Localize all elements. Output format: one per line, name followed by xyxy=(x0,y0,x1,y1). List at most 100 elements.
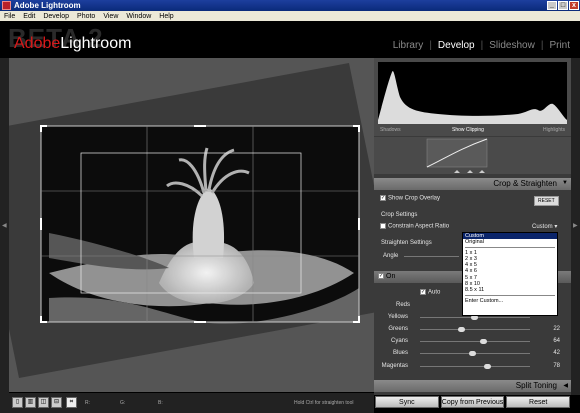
logo-adobe: Adobe xyxy=(14,35,61,52)
module-separator: | xyxy=(540,40,544,51)
menu-develop[interactable]: Develop xyxy=(39,13,73,20)
red-readout: R: xyxy=(85,400,90,406)
cyans-slider[interactable] xyxy=(420,339,530,344)
crop-reset-button[interactable]: RESET xyxy=(534,196,559,206)
loupe-view-icon[interactable]: ▯ xyxy=(12,397,23,408)
blues-slider[interactable] xyxy=(420,351,530,356)
greens-slider[interactable] xyxy=(420,327,530,332)
constrain-aspect-label: Constrain Aspect Ratio xyxy=(388,223,450,230)
cyans-value[interactable]: 64 xyxy=(546,338,560,344)
dropdown-separator xyxy=(465,246,555,249)
hsl-auto-checkbox[interactable]: ✓ xyxy=(420,289,426,295)
straighten-hint: Hold Ctrl for straighten tool xyxy=(294,400,354,406)
histogram-panel: Shadows Show Clipping Highlights xyxy=(374,58,571,136)
crop-tool-icon[interactable]: ⌗ xyxy=(66,397,77,408)
module-slideshow[interactable]: Slideshow xyxy=(489,40,535,51)
aspect-ratio-dropdown: Custom Original 1 x 1 2 x 3 4 x 5 4 x 6 … xyxy=(462,232,558,316)
app-header: BETA 2 AdobeLightroom Library | Develop … xyxy=(0,21,580,58)
module-separator: | xyxy=(429,40,432,51)
angle-slider[interactable] xyxy=(404,256,459,257)
yellows-slider[interactable] xyxy=(420,315,530,320)
dropdown-separator xyxy=(465,294,555,297)
menu-edit[interactable]: Edit xyxy=(19,13,39,20)
show-overlay-checkbox[interactable]: ✓ xyxy=(380,195,386,201)
histogram-highlights-label[interactable]: Highlights xyxy=(543,127,565,133)
before-after-lr-icon[interactable]: ▥ xyxy=(25,397,36,408)
cyans-slider-thumb[interactable] xyxy=(480,339,487,344)
blues-value[interactable]: 42 xyxy=(546,350,560,356)
magentas-slider-thumb[interactable] xyxy=(484,364,491,369)
module-library[interactable]: Library xyxy=(393,40,424,51)
crop-settings-label: Crop Settings xyxy=(381,212,418,218)
blues-slider-thumb[interactable] xyxy=(469,351,476,356)
magentas-slider[interactable] xyxy=(420,364,530,369)
split-toning-header[interactable]: Split Toning ◀ xyxy=(374,380,571,392)
panel-buttons: Sync Copy from Previous Reset xyxy=(374,395,571,409)
split-toning-title: Split Toning xyxy=(515,381,557,390)
slider-label-greens: Greens xyxy=(388,326,408,332)
collapse-icon: ▼ xyxy=(562,180,568,186)
module-print[interactable]: Print xyxy=(549,40,570,51)
before-after-split-icon[interactable]: ◫ xyxy=(38,397,49,408)
aspect-option-original[interactable]: Original xyxy=(463,239,557,245)
menu-help[interactable]: Help xyxy=(155,13,177,20)
slider-label-reds: Reds xyxy=(396,302,411,308)
greens-slider-thumb[interactable] xyxy=(458,327,465,332)
aspect-ratio-select[interactable]: Custom ▾ xyxy=(532,223,557,230)
expand-right-icon: ▶ xyxy=(573,223,578,229)
reset-button[interactable]: Reset xyxy=(506,396,571,408)
histogram-clipping-label[interactable]: Show Clipping xyxy=(452,127,484,133)
lightroom-app-icon xyxy=(2,1,11,10)
tone-curve-graph[interactable] xyxy=(374,137,571,174)
menu-window[interactable]: Window xyxy=(122,13,155,20)
angle-label: Angle xyxy=(383,253,399,259)
slider-label-yellows: Yellows xyxy=(387,314,408,320)
logo-product: Lightroom xyxy=(60,35,132,52)
straighten-settings-label: Straighten Settings xyxy=(381,240,432,246)
slider-label-cyans: Cyans xyxy=(390,338,408,344)
tone-curve-panel xyxy=(374,137,571,174)
app-logo: AdobeLightroom xyxy=(14,35,131,53)
collapse-icon: ◀ xyxy=(563,383,568,389)
slider-label-magentas: Magentas xyxy=(381,363,408,369)
aspect-option-8-5x11[interactable]: 8.5 x 11 xyxy=(463,287,557,293)
hsl-auto-row[interactable]: ✓ Auto xyxy=(420,289,440,296)
hsl-on-checkbox[interactable]: ✓ xyxy=(378,273,384,280)
bottom-toolbar: ▯ ▥ ◫ ⊟ ⌗ R: G: B: Hold Ctrl for straigh… xyxy=(0,393,374,413)
show-crop-overlay-row[interactable]: ✓ Show Crop Overlay xyxy=(380,195,440,202)
hsl-on-row[interactable]: ✓ On xyxy=(378,273,395,280)
menu-photo[interactable]: Photo xyxy=(73,13,99,20)
menu-file[interactable]: File xyxy=(0,13,19,20)
develop-right-panel: Shadows Show Clipping Highlights Crop & … xyxy=(374,58,571,395)
right-panel-toggle[interactable]: ▶ xyxy=(571,58,580,395)
constrain-aspect-row[interactable]: Constrain Aspect Ratio xyxy=(380,223,449,230)
constrain-aspect-checkbox[interactable] xyxy=(380,223,386,229)
histogram-graph xyxy=(378,62,567,124)
maximize-button[interactable]: □ xyxy=(558,1,568,10)
copy-from-previous-button[interactable]: Copy from Previous xyxy=(440,396,505,408)
left-panel-toggle[interactable]: ◀ xyxy=(0,58,9,393)
photo-viewer[interactable] xyxy=(0,58,399,392)
show-crop-overlay-label: Show Crop Overlay xyxy=(388,195,441,202)
close-button[interactable]: x xyxy=(569,1,579,10)
before-after-tb-icon[interactable]: ⊟ xyxy=(51,397,62,408)
aspect-option-enter-custom[interactable]: Enter Custom... xyxy=(463,298,557,304)
magentas-value[interactable]: 78 xyxy=(546,363,560,369)
module-picker: Library | Develop | Slideshow | Print xyxy=(393,40,570,51)
module-separator: | xyxy=(480,40,484,51)
window-title: Adobe Lightroom xyxy=(14,1,81,10)
sync-button[interactable]: Sync xyxy=(375,396,439,408)
crop-straighten-header[interactable]: Crop & Straighten ▼ xyxy=(374,178,571,190)
histogram-chart xyxy=(378,71,567,124)
minimize-button[interactable]: _ xyxy=(547,1,557,10)
hsl-on-label: On xyxy=(386,273,396,280)
expand-left-icon: ◀ xyxy=(2,223,7,229)
green-readout: G: xyxy=(120,400,126,406)
module-develop[interactable]: Develop xyxy=(438,40,475,51)
photo-crop-canvas[interactable] xyxy=(0,58,399,392)
greens-value[interactable]: 22 xyxy=(546,326,560,332)
slider-label-blues: Blues xyxy=(392,350,408,356)
blue-readout: B: xyxy=(158,400,163,406)
histogram-shadows-label[interactable]: Shadows xyxy=(380,127,401,133)
menu-view[interactable]: View xyxy=(99,13,122,20)
